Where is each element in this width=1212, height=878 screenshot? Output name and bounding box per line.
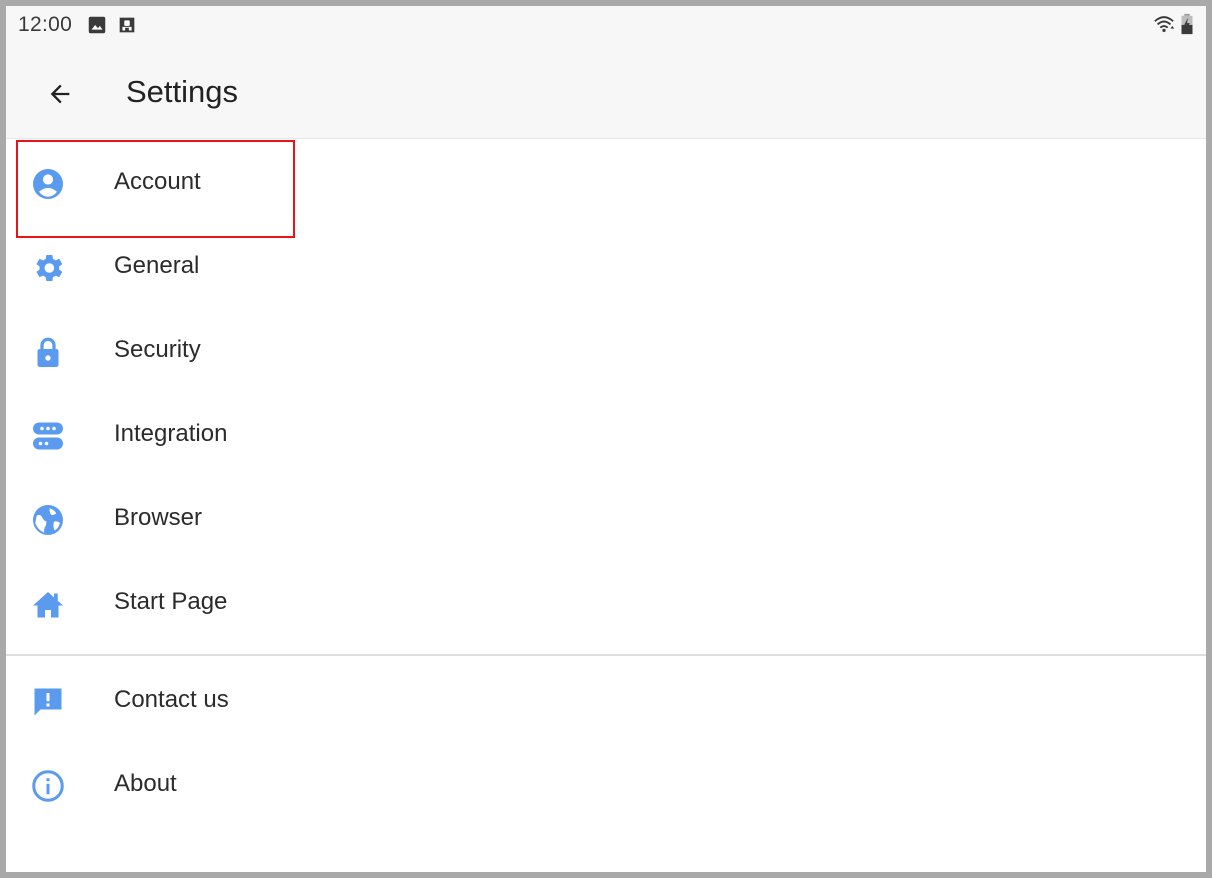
home-icon (33, 592, 63, 618)
back-button[interactable] (38, 72, 82, 116)
page-title: Settings (126, 74, 239, 109)
settings-item-browser[interactable]: Browser (6, 476, 1206, 560)
sim-card-alert-icon (119, 17, 135, 33)
settings-item-label: General (114, 252, 200, 279)
settings-item-general[interactable]: General (6, 224, 1206, 308)
settings-item-label: Account (114, 168, 201, 195)
settings-item-label: Browser (114, 504, 203, 531)
globe-icon (33, 505, 63, 535)
feedback-icon (34, 688, 62, 716)
settings-item-label: Start Page (114, 588, 228, 615)
status-bar: 12:00 (6, 6, 1206, 46)
status-time: 12:00 (18, 13, 73, 36)
lock-icon (37, 337, 59, 367)
wifi-icon (1154, 16, 1175, 33)
settings-item-account[interactable]: Account (6, 140, 1206, 224)
info-icon (32, 770, 64, 802)
settings-item-integration[interactable]: Integration (6, 392, 1206, 476)
settings-item-label: Security (114, 336, 201, 363)
settings-item-about[interactable]: About (6, 742, 1206, 826)
account-circle-icon (33, 169, 63, 199)
battery-charging-icon (1181, 13, 1193, 35)
settings-item-label: About (114, 770, 177, 797)
settings-item-contact-us[interactable]: Contact us (6, 658, 1206, 742)
integration-icon (33, 422, 63, 450)
gear-icon (36, 254, 63, 282)
app-bar: Settings (6, 46, 1206, 139)
settings-item-security[interactable]: Security (6, 308, 1206, 392)
settings-item-label: Integration (114, 420, 228, 447)
settings-screen: 12:00 Settings Account General Security … (6, 6, 1206, 872)
arrow-back-icon (50, 84, 70, 104)
settings-item-start-page[interactable]: Start Page (6, 560, 1206, 644)
section-divider (6, 654, 1206, 656)
settings-item-label: Contact us (114, 686, 229, 713)
image-icon (88, 16, 106, 34)
